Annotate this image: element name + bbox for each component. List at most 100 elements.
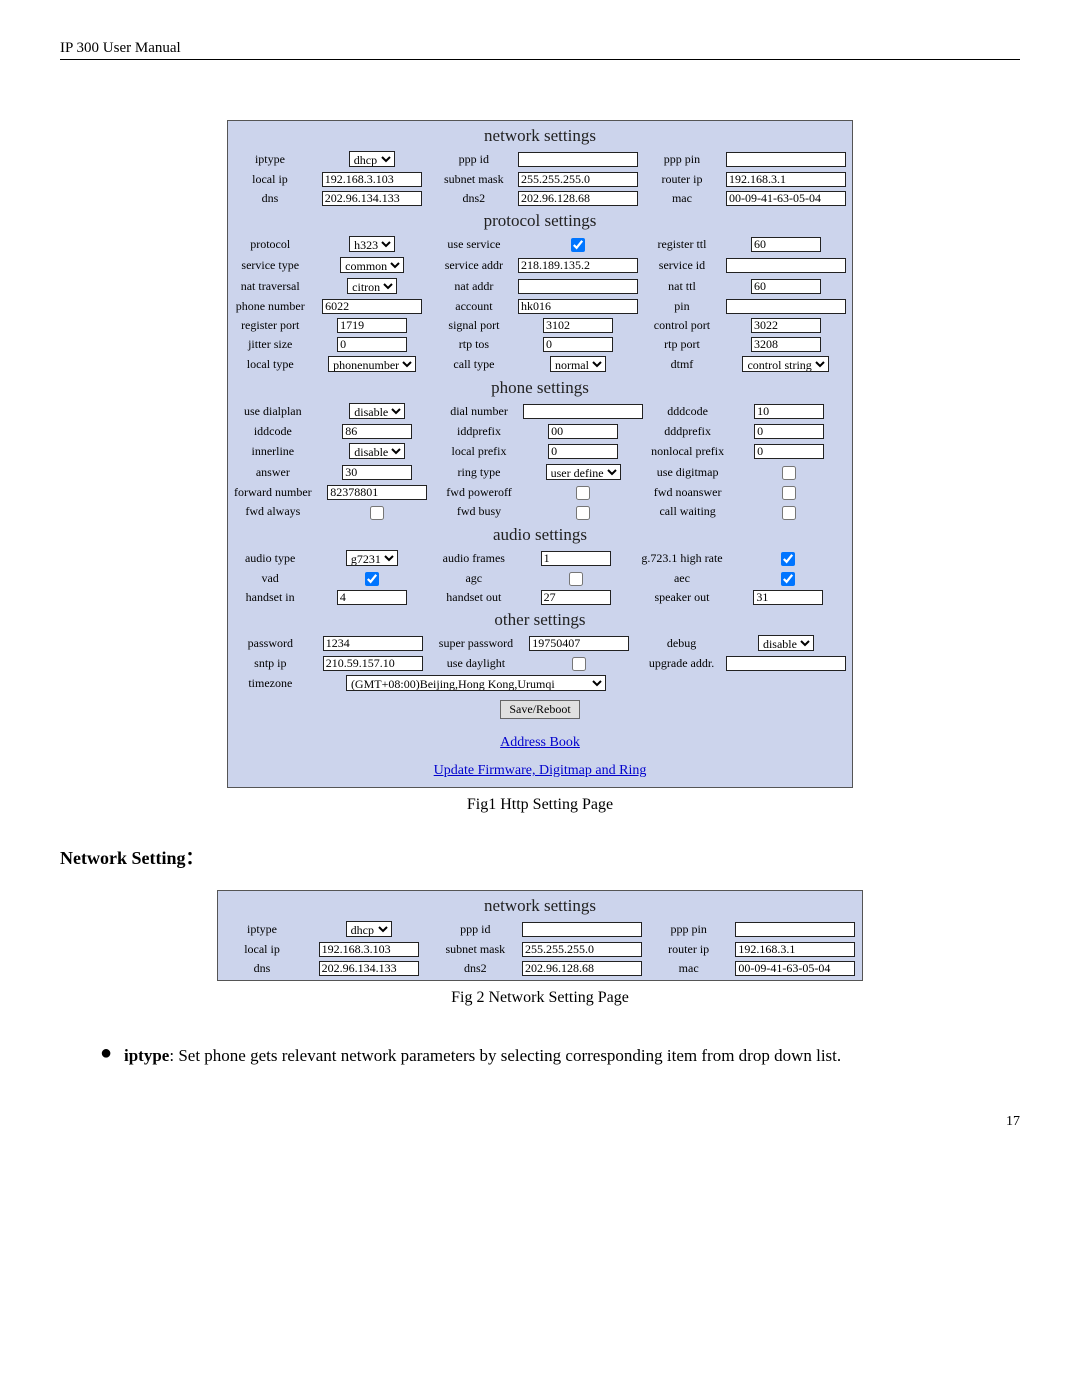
input-routerip[interactable] (726, 172, 846, 187)
checkbox-g7231[interactable] (781, 552, 795, 566)
input-account[interactable] (518, 299, 638, 314)
label-routerip: router ip (642, 170, 722, 189)
checkbox-usedigitmap[interactable] (782, 466, 796, 480)
audio-settings-title: audio settings (230, 522, 850, 548)
input-mac[interactable] (726, 191, 846, 206)
input-localprefix[interactable] (548, 444, 618, 459)
checkbox-vad[interactable] (365, 572, 379, 586)
select-localtype[interactable]: phonenumber (328, 356, 416, 372)
label-protocol: protocol (230, 234, 310, 255)
select-usedialplan[interactable]: disable (349, 403, 405, 419)
label-subnet: subnet mask (434, 170, 514, 189)
label-registerport: register port (230, 316, 310, 335)
address-book-link[interactable]: Address Book (500, 735, 580, 750)
input-dialnumber[interactable] (523, 404, 643, 419)
select-timezone[interactable]: (GMT+08:00)Beijing,Hong Kong,Urumqi (346, 675, 606, 691)
label-controlport: control port (642, 316, 722, 335)
input-natttl[interactable] (751, 279, 821, 294)
checkbox-fwdnoanswer[interactable] (782, 486, 796, 500)
input-superpassword[interactable] (529, 636, 629, 651)
input-iddprefix[interactable] (548, 424, 618, 439)
checkbox-aec[interactable] (781, 572, 795, 586)
input-rtpport[interactable] (751, 337, 821, 352)
input-pppid-2[interactable] (522, 922, 642, 937)
update-firmware-link[interactable]: Update Firmware, Digitmap and Ring (434, 763, 647, 778)
input-jittersize[interactable] (337, 337, 407, 352)
label-pppid: ppp id (434, 149, 514, 170)
input-iddcode[interactable] (342, 424, 412, 439)
label-routerip-2: router ip (647, 940, 731, 959)
input-localip-2[interactable] (319, 942, 419, 957)
checkbox-fwdbusy[interactable] (576, 506, 590, 520)
label-phonenumber: phone number (230, 297, 310, 316)
input-pppid[interactable] (518, 152, 638, 167)
input-registerport[interactable] (337, 318, 407, 333)
checkbox-agc[interactable] (569, 572, 583, 586)
select-ringtype[interactable]: user define (546, 464, 621, 480)
input-ppppin[interactable] (726, 152, 846, 167)
input-serviceid[interactable] (726, 258, 846, 273)
checkbox-callwaiting[interactable] (782, 506, 796, 520)
input-dns-2[interactable] (319, 961, 419, 976)
input-answer[interactable] (342, 465, 412, 480)
input-handsetin[interactable] (337, 590, 407, 605)
label-usedaylight: use daylight (435, 654, 517, 673)
input-dddcode[interactable] (754, 404, 824, 419)
label-nattraversal: nat traversal (230, 276, 310, 297)
input-serviceaddr[interactable] (518, 258, 638, 273)
select-debug[interactable]: disable (758, 635, 814, 651)
select-protocol[interactable]: h323 (349, 236, 395, 252)
input-subnet[interactable] (518, 172, 638, 187)
input-sntpip[interactable] (323, 656, 423, 671)
checkbox-useservice[interactable] (571, 238, 585, 252)
checkbox-usedaylight[interactable] (572, 657, 586, 671)
input-pin[interactable] (726, 299, 846, 314)
input-dns2[interactable] (518, 191, 638, 206)
label-signalport: signal port (434, 316, 514, 335)
select-dtmf[interactable]: control string (742, 356, 829, 372)
input-nonlocalprefix[interactable] (754, 444, 824, 459)
label-nonlocalprefix: nonlocal prefix (647, 441, 728, 462)
label-servicetype: service type (230, 255, 310, 276)
input-dns2-2[interactable] (522, 961, 642, 976)
input-mac-2[interactable] (735, 961, 855, 976)
select-servicetype[interactable]: common (340, 257, 404, 273)
input-registerttl[interactable] (751, 237, 821, 252)
input-dddprefix[interactable] (754, 424, 824, 439)
input-audioframes[interactable] (541, 551, 611, 566)
input-signalport[interactable] (543, 318, 613, 333)
checkbox-fwdalways[interactable] (370, 506, 384, 520)
input-subnet-2[interactable] (522, 942, 642, 957)
input-speakerout[interactable] (753, 590, 823, 605)
input-handsetout[interactable] (541, 590, 611, 605)
checkbox-fwdpoweroff[interactable] (576, 486, 590, 500)
label-usedigitmap: use digitmap (647, 462, 728, 483)
select-nattraversal[interactable]: citron (347, 278, 397, 294)
input-dns[interactable] (322, 191, 422, 206)
label-jittersize: jitter size (230, 335, 310, 354)
input-rtptos[interactable] (543, 337, 613, 352)
bullet-text: : Set phone gets relevant network parame… (169, 1046, 841, 1065)
other-settings-title: other settings (230, 607, 850, 633)
select-iptype[interactable]: dhcp (349, 151, 395, 167)
input-nataddr[interactable] (518, 279, 638, 294)
select-innerline[interactable]: disable (349, 443, 405, 459)
input-password[interactable] (323, 636, 423, 651)
input-controlport[interactable] (751, 318, 821, 333)
input-ppppin-2[interactable] (735, 922, 855, 937)
input-phonenumber[interactable] (322, 299, 422, 314)
label-dialnumber: dial number (439, 401, 519, 422)
label-timezone: timezone (230, 673, 311, 694)
select-audiotype[interactable]: g7231 (346, 550, 398, 566)
select-calltype[interactable]: normal (550, 356, 606, 372)
select-iptype-2[interactable]: dhcp (346, 921, 392, 937)
save-reboot-button[interactable]: Save/Reboot (500, 700, 579, 719)
label-serviceid: service id (642, 255, 722, 276)
label-ppppin: ppp pin (642, 149, 722, 170)
input-forwardnumber[interactable] (327, 485, 427, 500)
input-localip[interactable] (322, 172, 422, 187)
network-settings-title: network settings (230, 123, 850, 149)
input-routerip-2[interactable] (735, 942, 855, 957)
label-dns: dns (230, 189, 310, 208)
input-upgradeaddr[interactable] (726, 656, 846, 671)
